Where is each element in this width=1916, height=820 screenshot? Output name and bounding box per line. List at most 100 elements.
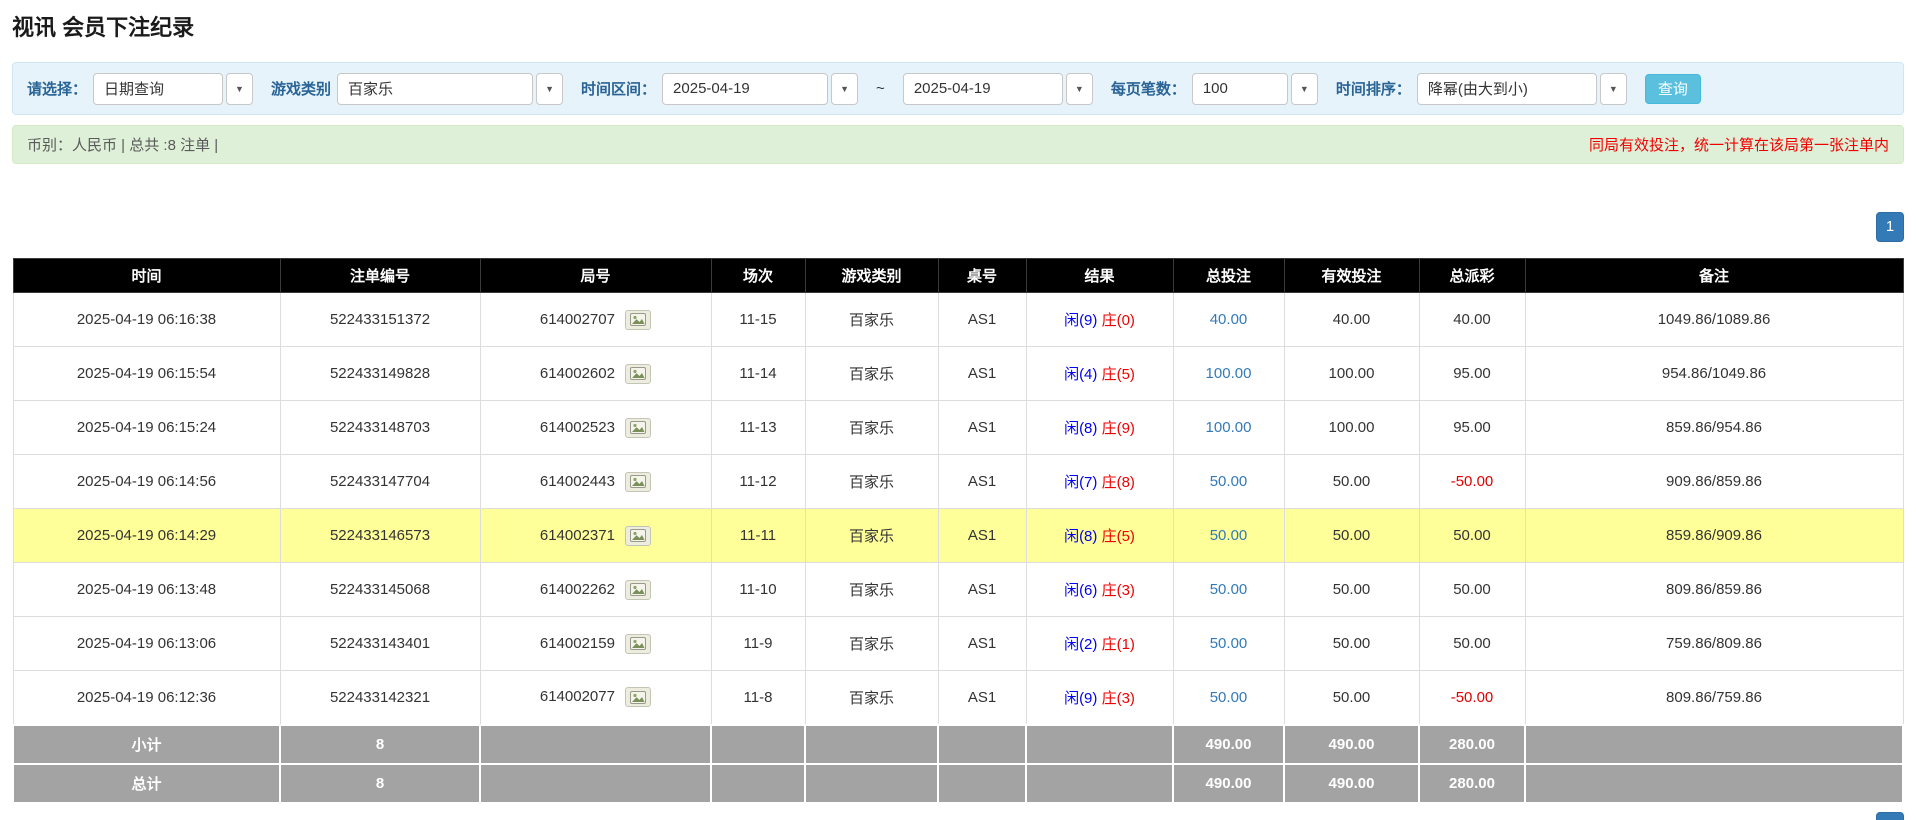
cell-time: 2025-04-19 06:13:48 xyxy=(13,563,280,617)
round-result-image-icon[interactable] xyxy=(625,364,651,384)
round-result-image-icon[interactable] xyxy=(625,310,651,330)
cell-result: 闲(2) 庄(1) xyxy=(1026,617,1173,671)
cell-note: 809.86/859.86 xyxy=(1525,563,1903,617)
summary-payout: 280.00 xyxy=(1419,725,1525,764)
total-bet-link[interactable]: 50.00 xyxy=(1210,689,1248,706)
cell-note: 859.86/954.86 xyxy=(1525,401,1903,455)
cell-note: 1049.86/1089.86 xyxy=(1525,293,1903,347)
summary-row: 小计 8 490.00 490.00 280.00 xyxy=(13,725,1903,764)
date-to-dropdown-button[interactable]: ▼ xyxy=(1066,73,1093,105)
round-result-image-icon[interactable] xyxy=(625,526,651,546)
total-bet-link[interactable]: 50.00 xyxy=(1210,473,1248,490)
date-from-value[interactable]: 2025-04-19 xyxy=(662,73,828,105)
cell-total-bet: 40.00 xyxy=(1173,293,1284,347)
date-to-value[interactable]: 2025-04-19 xyxy=(903,73,1063,105)
game-type-dropdown-button[interactable]: ▼ xyxy=(536,73,563,105)
cell-total-bet: 50.00 xyxy=(1173,671,1284,725)
cell-time: 2025-04-19 06:15:24 xyxy=(13,401,280,455)
summary-total-bet: 490.00 xyxy=(1173,764,1284,803)
cell-time: 2025-04-19 06:15:54 xyxy=(13,347,280,401)
column-header: 游戏类别 xyxy=(805,259,938,293)
cell-table-no: AS1 xyxy=(938,455,1026,509)
result-player: 闲(9) xyxy=(1064,690,1097,707)
cell-game-type: 百家乐 xyxy=(805,293,938,347)
cell-session: 11-14 xyxy=(711,347,805,401)
date-from-dropdown-button[interactable]: ▼ xyxy=(831,73,858,105)
date-from-dropdown[interactable]: 2025-04-19 ▼ xyxy=(662,73,858,105)
summary-count: 8 xyxy=(280,764,480,803)
game-type-dropdown[interactable]: 百家乐 ▼ xyxy=(337,73,563,105)
query-type-label: 请选择： xyxy=(27,78,87,99)
cell-result: 闲(6) 庄(3) xyxy=(1026,563,1173,617)
filter-bar: 请选择： 日期查询 ▼ 游戏类别 百家乐 ▼ 时间区间： 2025-04-19 … xyxy=(12,62,1904,115)
cell-time: 2025-04-19 06:14:29 xyxy=(13,509,280,563)
cell-payout: 50.00 xyxy=(1419,509,1525,563)
sort-value[interactable]: 降幂(由大到小) xyxy=(1417,73,1597,105)
page-size-dropdown-button[interactable]: ▼ xyxy=(1291,73,1318,105)
result-banker: 庄(8) xyxy=(1102,474,1135,491)
cell-table-no: AS1 xyxy=(938,401,1026,455)
page-1-button[interactable]: 1 xyxy=(1876,212,1904,242)
column-header: 总派彩 xyxy=(1419,259,1525,293)
date-to-dropdown[interactable]: 2025-04-19 ▼ xyxy=(903,73,1093,105)
cell-valid-bet: 50.00 xyxy=(1284,671,1419,725)
total-bet-link[interactable]: 50.00 xyxy=(1210,527,1248,544)
chevron-down-icon: ▼ xyxy=(1300,84,1309,94)
summary-label: 小计 xyxy=(13,725,280,764)
cell-session: 11-15 xyxy=(711,293,805,347)
pagination-bottom: 1 xyxy=(12,812,1904,820)
cell-total-bet: 50.00 xyxy=(1173,563,1284,617)
page-size-value[interactable]: 100 xyxy=(1192,73,1288,105)
round-number: 614002077 xyxy=(540,688,615,705)
sort-dropdown-button[interactable]: ▼ xyxy=(1600,73,1627,105)
table-row: 2025-04-19 06:13:06 522433143401 6140021… xyxy=(13,617,1903,671)
result-player: 闲(2) xyxy=(1064,636,1097,653)
total-bet-link[interactable]: 40.00 xyxy=(1210,311,1248,328)
summary-currency-total: 币别：人民币 | 总共 :8 注单 | xyxy=(27,134,218,155)
cell-table-no: AS1 xyxy=(938,347,1026,401)
search-button[interactable]: 查询 xyxy=(1645,74,1701,104)
cell-bet-id: 522433149828 xyxy=(280,347,480,401)
game-type-value[interactable]: 百家乐 xyxy=(337,73,533,105)
cell-time: 2025-04-19 06:16:38 xyxy=(13,293,280,347)
filter-group-date-from: 时间区间： 2025-04-19 ▼ xyxy=(581,73,858,105)
cell-total-bet: 50.00 xyxy=(1173,455,1284,509)
table-row: 2025-04-19 06:15:54 522433149828 6140026… xyxy=(13,347,1903,401)
sort-dropdown[interactable]: 降幂(由大到小) ▼ xyxy=(1417,73,1627,105)
query-type-value[interactable]: 日期查询 xyxy=(93,73,223,105)
round-result-image-icon[interactable] xyxy=(625,580,651,600)
round-result-image-icon[interactable] xyxy=(625,472,651,492)
filter-group-page-size: 每页笔数： 100 ▼ xyxy=(1111,73,1318,105)
total-bet-link[interactable]: 50.00 xyxy=(1210,635,1248,652)
cell-note: 859.86/909.86 xyxy=(1525,509,1903,563)
result-player: 闲(7) xyxy=(1064,474,1097,491)
page-1-button[interactable]: 1 xyxy=(1876,812,1904,820)
cell-game-type: 百家乐 xyxy=(805,455,938,509)
cell-result: 闲(8) 庄(9) xyxy=(1026,401,1173,455)
round-number: 614002602 xyxy=(540,364,615,381)
sort-label: 时间排序： xyxy=(1336,78,1411,99)
cell-round: 614002523 xyxy=(480,401,711,455)
cell-session: 11-9 xyxy=(711,617,805,671)
cell-payout: -50.00 xyxy=(1419,455,1525,509)
table-footer: 小计 8 490.00 490.00 280.00 总计 8 490.00 49… xyxy=(13,725,1903,803)
summary-count: 8 xyxy=(280,725,480,764)
bet-records-table: 时间注单编号局号场次游戏类别桌号结果总投注有效投注总派彩备注 2025-04-1… xyxy=(12,258,1904,804)
cell-payout: 50.00 xyxy=(1419,617,1525,671)
table-row: 2025-04-19 06:13:48 522433145068 6140022… xyxy=(13,563,1903,617)
cell-note: 809.86/759.86 xyxy=(1525,671,1903,725)
round-result-image-icon[interactable] xyxy=(625,634,651,654)
total-bet-link[interactable]: 100.00 xyxy=(1206,419,1252,436)
cell-result: 闲(9) 庄(3) xyxy=(1026,671,1173,725)
cell-payout: 50.00 xyxy=(1419,563,1525,617)
round-result-image-icon[interactable] xyxy=(625,418,651,438)
total-bet-link[interactable]: 100.00 xyxy=(1206,365,1252,382)
chevron-down-icon: ▼ xyxy=(840,84,849,94)
page-size-dropdown[interactable]: 100 ▼ xyxy=(1192,73,1318,105)
query-type-dropdown-button[interactable]: ▼ xyxy=(226,73,253,105)
query-type-dropdown[interactable]: 日期查询 ▼ xyxy=(93,73,253,105)
result-banker: 庄(3) xyxy=(1102,690,1135,707)
round-result-image-icon[interactable] xyxy=(625,687,651,707)
cell-session: 11-13 xyxy=(711,401,805,455)
total-bet-link[interactable]: 50.00 xyxy=(1210,581,1248,598)
